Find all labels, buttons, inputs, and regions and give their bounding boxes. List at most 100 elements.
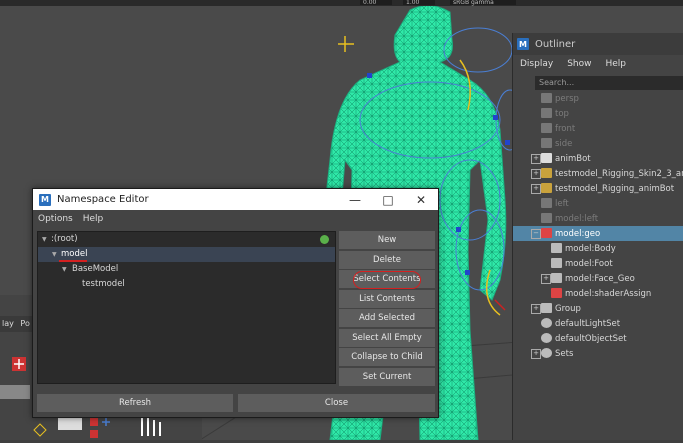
list-contents-button[interactable]: List Contents (339, 289, 435, 308)
maya-logo-icon: M (39, 193, 51, 206)
node-type-icon (541, 348, 552, 358)
outliner-search-input[interactable]: Search... (535, 76, 683, 90)
node-type-icon (541, 153, 552, 163)
outliner-title: Outliner (535, 38, 576, 50)
expand-icon[interactable]: + (541, 274, 551, 284)
outliner-item[interactable]: model:Foot (513, 256, 683, 271)
current-namespace-icon (320, 235, 329, 244)
node-type-icon (541, 318, 552, 328)
expand-arrow-icon[interactable]: ▼ (52, 247, 57, 262)
namespace-editor-menubar: Options Help (33, 210, 438, 227)
close-button[interactable]: Close (238, 394, 435, 412)
tree-item-basemodel[interactable]: ▼ BaseModel (38, 262, 335, 277)
outliner-item[interactable]: − model:geo (513, 226, 683, 241)
outliner-item[interactable]: model:Body (513, 241, 683, 256)
select-all-empty-button[interactable]: Select All Empty (339, 328, 435, 347)
shelf-tab-poly[interactable]: Po (18, 319, 31, 328)
set-current-button[interactable]: Set Current (339, 367, 435, 386)
outliner-item-label: defaultObjectSet (555, 333, 627, 344)
node-type-icon (541, 123, 552, 133)
menu-options[interactable]: Options (33, 214, 78, 224)
tree-item-root[interactable]: ▼ :(root) (38, 232, 335, 247)
new-button[interactable]: New (339, 231, 435, 249)
menu-show[interactable]: Show (560, 59, 598, 69)
exposure-field[interactable]: 0.00 (360, 0, 392, 6)
node-type-icon (541, 198, 552, 208)
node-type-icon (541, 213, 552, 223)
expand-icon[interactable]: + (531, 169, 541, 179)
outliner-item[interactable]: side (513, 136, 683, 151)
outliner-item[interactable]: defaultLightSet (513, 316, 683, 331)
outliner-item[interactable]: + testmodel_Rigging_Skin2_3_anim (513, 166, 683, 181)
outliner-item[interactable]: persp (513, 91, 683, 106)
outliner-panel: M Outliner Display Show Help Search... p… (512, 33, 683, 440)
namespace-tree: ▼ :(root) ▼ model ▼ BaseModel testmodel (37, 231, 336, 384)
refresh-button[interactable]: Refresh (37, 394, 233, 412)
outliner-item-label: defaultLightSet (555, 318, 621, 329)
node-type-icon (541, 333, 552, 343)
menu-help[interactable]: Help (598, 59, 633, 69)
outliner-item-label: model:Body (565, 243, 616, 254)
shelf-tabs: lay Po (0, 316, 32, 332)
expand-icon[interactable]: + (531, 349, 541, 359)
shelf-bar-icon[interactable] (0, 385, 30, 399)
outliner-titlebar[interactable]: M Outliner (513, 33, 683, 55)
expand-icon[interactable]: + (531, 154, 541, 164)
namespace-buttons: New Delete Select Contents List Contents… (339, 231, 435, 387)
maya-logo-icon: M (517, 38, 529, 50)
menu-help[interactable]: Help (78, 214, 109, 224)
outliner-item-label: model:shaderAssign (565, 288, 652, 299)
outliner-item[interactable]: + testmodel_Rigging_animBot (513, 181, 683, 196)
add-selected-button[interactable]: Add Selected (339, 309, 435, 327)
outliner-item-label: model:left (555, 213, 599, 224)
expand-icon[interactable]: − (531, 229, 541, 239)
namespace-editor-title: Namespace Editor (57, 194, 149, 205)
expand-icon[interactable]: + (531, 304, 541, 314)
namespace-editor-window: M Namespace Editor — □ ✕ Options Help ▼ … (32, 188, 439, 418)
outliner-item[interactable]: + model:Face_Geo (513, 271, 683, 286)
outliner-item[interactable]: left (513, 196, 683, 211)
shelf-tab-layout[interactable]: lay (0, 319, 16, 328)
outliner-item-label: animBot (555, 153, 591, 164)
outliner-item-label: left (555, 198, 569, 209)
outliner-item[interactable]: top (513, 106, 683, 121)
outliner-item[interactable]: + animBot (513, 151, 683, 166)
outliner-item-label: model:Foot (565, 258, 613, 269)
bottom-shelf (32, 416, 202, 440)
node-type-icon (541, 108, 552, 118)
outliner-item[interactable]: + Group (513, 301, 683, 316)
collapse-to-child-button[interactable]: Collapse to Child (339, 348, 435, 366)
outliner-item-label: Group (555, 303, 581, 314)
namespace-editor-titlebar[interactable]: M Namespace Editor — □ ✕ (33, 189, 438, 210)
expand-icon[interactable]: + (531, 184, 541, 194)
outliner-item[interactable]: model:shaderAssign (513, 286, 683, 301)
maximize-icon[interactable]: □ (371, 189, 405, 210)
outliner-item-label: front (555, 123, 576, 134)
node-type-icon (541, 303, 552, 313)
colorspace-field[interactable]: sRGB gamma (450, 0, 516, 6)
bottom-shelf-icons (33, 418, 161, 438)
menu-display[interactable]: Display (513, 59, 560, 69)
expand-arrow-icon[interactable]: ▼ (62, 262, 67, 277)
gamma-field[interactable]: 1.00 (403, 0, 435, 6)
outliner-item[interactable]: defaultObjectSet (513, 331, 683, 346)
annotation-underline (59, 260, 87, 262)
outliner-item-label: side (555, 138, 573, 149)
outliner-item[interactable]: model:left (513, 211, 683, 226)
delete-button[interactable]: Delete (339, 250, 435, 269)
outliner-item-label: model:Face_Geo (565, 273, 635, 284)
node-type-icon (551, 258, 562, 268)
node-type-icon (541, 168, 552, 178)
node-type-icon (551, 288, 562, 298)
top-toolbar (0, 0, 683, 6)
minimize-icon[interactable]: — (338, 189, 372, 210)
expand-arrow-icon[interactable]: ▼ (42, 232, 47, 247)
outliner-item[interactable]: front (513, 121, 683, 136)
outliner-item[interactable]: + Sets (513, 346, 683, 361)
close-icon[interactable]: ✕ (404, 189, 438, 210)
outliner-menubar: Display Show Help (513, 55, 683, 73)
tree-item-testmodel[interactable]: testmodel (38, 277, 335, 292)
outliner-item-label: Sets (555, 348, 574, 359)
node-type-icon (541, 138, 552, 148)
outliner-item-label: persp (555, 93, 579, 104)
